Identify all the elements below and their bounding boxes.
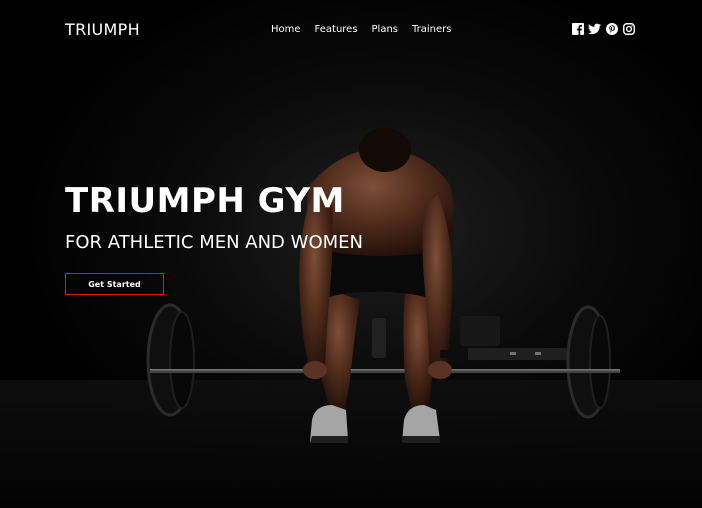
instagram-icon[interactable] — [622, 22, 635, 35]
get-started-button[interactable]: Get Started — [65, 273, 164, 295]
navbar: TRIUMPH Home Features Plans Trainers — [0, 0, 702, 60]
nav-link-home[interactable]: Home — [271, 24, 301, 35]
pinterest-icon[interactable] — [605, 22, 618, 35]
nav-link-plans[interactable]: Plans — [372, 24, 398, 35]
social-links — [571, 22, 635, 35]
brand-logo[interactable]: TRIUMPH — [65, 20, 140, 39]
landing-page: TRIUMPH Home Features Plans Trainers TRI… — [0, 0, 702, 508]
nav-link-features[interactable]: Features — [315, 24, 358, 35]
nav-links: Home Features Plans Trainers — [271, 24, 465, 35]
nav-link-trainers[interactable]: Trainers — [412, 24, 451, 35]
hero-background-photo — [0, 0, 702, 508]
twitter-icon[interactable] — [588, 22, 601, 35]
facebook-icon[interactable] — [571, 22, 584, 35]
hero-subtitle: FOR ATHLETIC MEN AND WOMEN — [65, 232, 363, 253]
hero-title: TRIUMPH GYM — [65, 181, 345, 221]
